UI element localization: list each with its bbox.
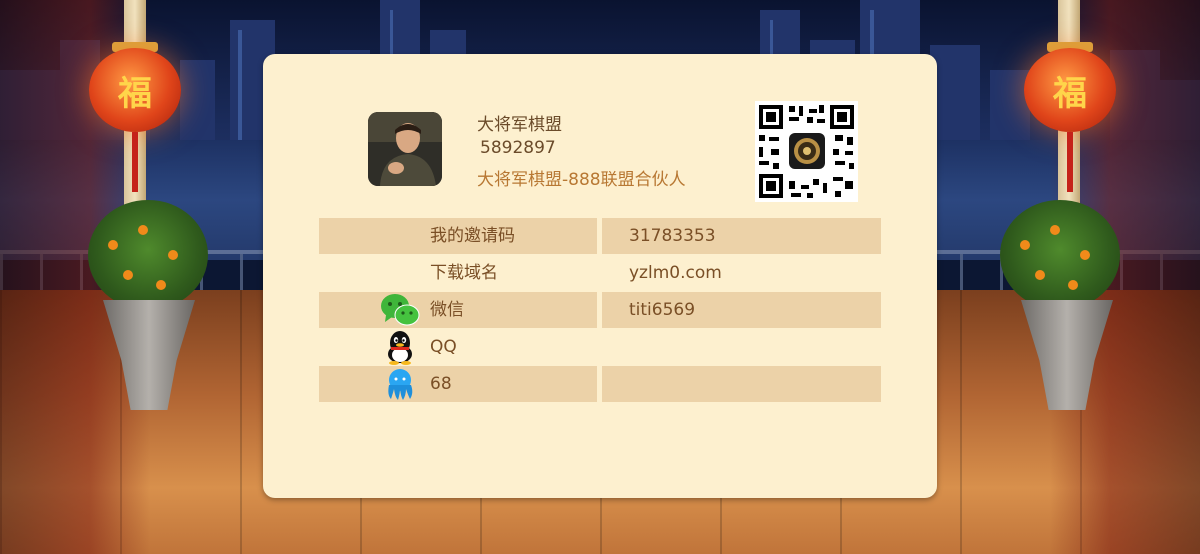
qq-icon — [388, 331, 412, 365]
row-label-cell: 微信 — [319, 292, 597, 328]
invite-code-value[interactable]: 31783353 — [629, 218, 716, 254]
wechat-label: 微信 — [430, 300, 464, 320]
lantern-fu-text: 福 — [1053, 74, 1087, 114]
partner-title: 大将军棋盟-888联盟合伙人 — [477, 170, 686, 190]
wechat-value[interactable]: titi6569 — [629, 292, 695, 328]
download-domain-value[interactable]: yzlm0.com — [629, 255, 722, 291]
wechat-icon — [381, 294, 420, 326]
table-row: 微信 titi6569 — [319, 292, 881, 328]
lantern-fu-text: 福 — [118, 74, 152, 114]
row-label-cell: 68 — [319, 366, 597, 402]
table-row: QQ — [319, 329, 881, 365]
row-value-cell — [602, 366, 881, 402]
orange-tree-right — [1000, 200, 1120, 310]
table-row: 下载域名 yzlm0.com — [319, 255, 881, 291]
lantern-tassel-right — [1067, 132, 1073, 192]
lantern-left: 福 — [89, 48, 181, 132]
partner-info-panel: 大将军棋盟 5892897 大将军棋盟-888联盟合伙人 我的邀请码 31783… — [263, 54, 937, 498]
row-label-cell: 我的邀请码 — [319, 218, 597, 254]
row-label-cell: QQ — [319, 329, 597, 365]
download-domain-label: 下载域名 — [430, 263, 498, 283]
octopus-label: 68 — [430, 374, 452, 394]
row-value-cell — [602, 329, 881, 365]
table-row: 68 — [319, 366, 881, 402]
partner-id: 5892897 — [480, 138, 556, 158]
qr-code[interactable] — [755, 101, 858, 202]
table-row: 我的邀请码 31783353 — [319, 218, 881, 254]
invite-code-label: 我的邀请码 — [430, 226, 515, 246]
octopus-icon — [388, 369, 413, 400]
lantern-tassel-left — [132, 132, 138, 192]
qq-label: QQ — [430, 337, 457, 357]
row-value-cell: 31783353 — [602, 218, 881, 254]
orange-tree-left — [88, 200, 208, 310]
lantern-right: 福 — [1024, 48, 1116, 132]
row-label-cell: 下载域名 — [319, 255, 597, 291]
row-value-cell: titi6569 — [602, 292, 881, 328]
avatar — [368, 112, 442, 186]
partner-name: 大将军棋盟 — [477, 115, 562, 135]
row-value-cell: yzlm0.com — [602, 255, 881, 291]
